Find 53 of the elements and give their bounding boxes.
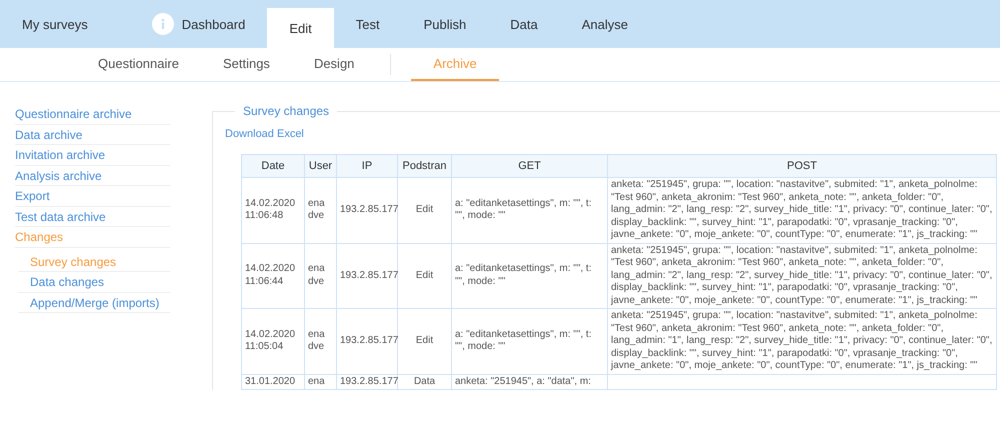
table-cell: 193.2.85.177 — [340, 204, 398, 215]
table-cell: 14.02.2020 11:05:04 — [245, 328, 296, 352]
nav-tab[interactable]: My surveys — [0, 0, 110, 48]
panel-title: Survey changes — [242, 104, 330, 118]
nav-tab[interactable]: Edit — [267, 8, 334, 48]
table-cell: Edit — [416, 204, 434, 215]
sidebar-item[interactable]: Data archive — [15, 124, 170, 145]
sub-tab[interactable]: Archive — [411, 48, 499, 81]
table-cell: 193.2.85.177 — [340, 335, 398, 346]
nav-tab[interactable]: Dashboard — [130, 0, 268, 48]
table-cell: ena — [308, 376, 325, 386]
table-cell: anketa: "251945", grupa: "", location: "nastavitve", submited: "1", anketa_polnolme: "Test 960", anketa_akronim: "Test 960", anketa_note: "", anketa_folder: "0", lang_admin: "2", lang_resp: "2", survey_hide_title: "1", privacy: "0", continue_later: "0", display_backlink: "", survey_hint: "1", parapodatki: "0", vprasanje_tracking: "0", javne_ankete: "0", moje_ankete: "0", countType: "0", enumerate: "1", js_tracking: "" — [611, 244, 992, 306]
sub-tab[interactable]: Settings — [200, 48, 292, 81]
table-cell: Data — [414, 376, 436, 386]
column-header: Date — [242, 154, 304, 178]
table-cell: Edit — [416, 335, 434, 346]
table-cell: a: "editanketasettings", m: "", t: "", mode: "" — [455, 328, 592, 352]
column-header: Podstran — [398, 154, 452, 178]
table-cell: 14.02.2020 11:06:44 — [245, 263, 296, 287]
info-icon — [152, 13, 174, 35]
sidebar-item[interactable]: Test data archive — [15, 206, 170, 227]
table-cell: 31.01.2020 — [245, 376, 296, 386]
nav-tab[interactable]: Publish — [402, 0, 488, 48]
sidebar-item[interactable]: Changes — [15, 227, 170, 248]
table-cell: anketa: "251945", grupa: "", location: "nastavitve", submited: "1", anketa_polnolme: "Test 960", anketa_akronim: "Test 960", anketa_note: "", anketa_folder: "0", lang_admin: "2", lang_resp: "2", survey_hide_title: "1", privacy: "0", continue_later: "0", display_backlink: "", survey_hint: "1", parapodatki: "0", vprasanje_tracking: "0", javne_ankete: "0", moje_ankete: "0", countType: "0", enumerate: "1", js_tracking: "" — [611, 179, 992, 240]
table-cell: ena dve — [308, 328, 325, 352]
table-cell: anketa: "251945", a: "data", m: — [455, 376, 591, 386]
sidebar-item[interactable]: Export — [15, 186, 170, 206]
column-header: User — [304, 154, 336, 178]
table-cell: 193.2.85.177 — [340, 376, 398, 386]
table-cell: a: "editanketasettings", m: "", t: "", mode: "" — [455, 198, 592, 222]
table-cell: a: "editanketasettings", m: "", t: "", mode: "" — [455, 263, 592, 287]
sidebar-subitem[interactable]: Append/Merge (imports) — [18, 292, 170, 313]
nav-tab[interactable]: Data — [488, 0, 560, 48]
nav-tab[interactable]: Analyse — [560, 0, 650, 48]
column-header: POST — [608, 154, 996, 178]
table-cell: anketa: "251945", grupa: "", location: "nastavitve", submited: "1", anketa_polnolme: "Test 960", anketa_akronim: "Test 960", anketa_note: "", anketa_folder: "0", lang_admin: "1", lang_resp: "2", survey_hide_title: "1", privacy: "0", continue_later: "0", display_backlink: "", survey_hint: "1", parapodatki: "0", vprasanje_tracking: "0", javne_ankete: "0", moje_ankete: "0", countType: "0", enumerate: "1", js_tracking: "" — [611, 310, 992, 371]
sidebar-item[interactable]: Invitation archive — [15, 145, 170, 166]
table-cell: ena dve — [308, 263, 325, 287]
sub-tab[interactable]: Design — [292, 48, 376, 81]
download-link[interactable]: Download Excel — [225, 128, 304, 140]
sidebar-subitem[interactable]: Survey changes — [18, 252, 170, 272]
table-cell: ena dve — [308, 198, 325, 222]
sidebar-item[interactable]: Questionnaire archive — [15, 104, 170, 124]
column-header: GET — [452, 154, 608, 178]
sub-tab[interactable]: Questionnaire — [76, 48, 201, 81]
table-cell: 14.02.2020 11:06:48 — [245, 198, 296, 222]
sidebar-item[interactable]: Analysis archive — [15, 166, 170, 186]
nav-tab[interactable]: Test — [334, 0, 402, 48]
column-header: IP — [336, 154, 398, 178]
table-cell: Edit — [416, 270, 434, 280]
table-cell: 193.2.85.177 — [340, 270, 398, 280]
sidebar-subitem[interactable]: Data changes — [18, 272, 170, 292]
